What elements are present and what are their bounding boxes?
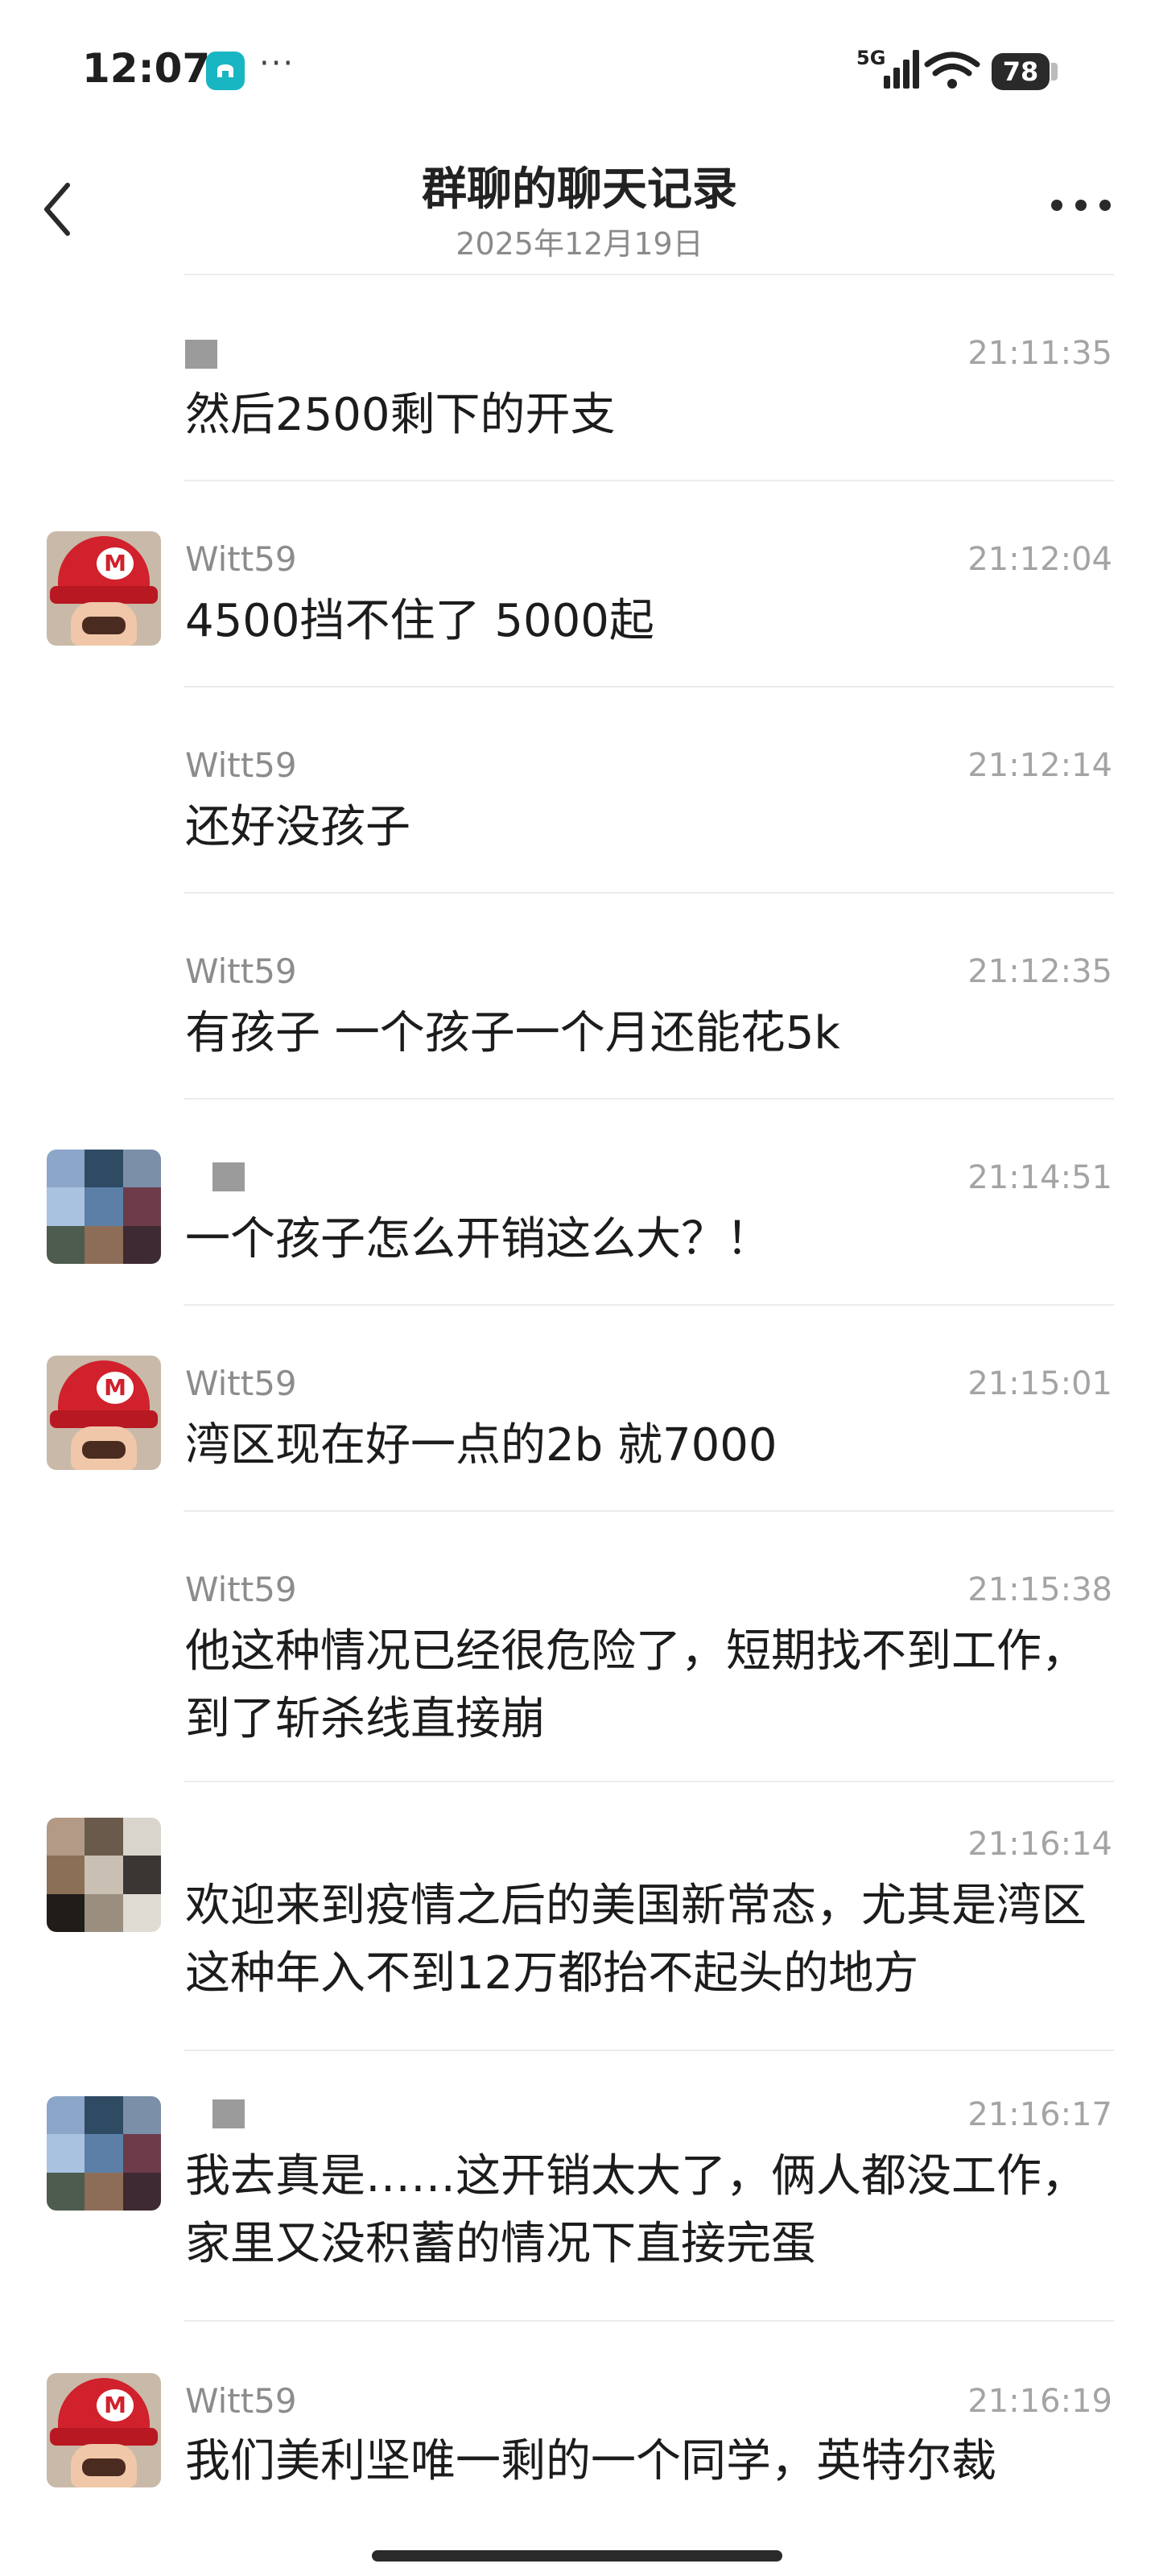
status-bar: 12:07 ··· 5G 78 <box>0 0 1159 145</box>
message-text: 然后2500剩下的开支 <box>185 389 616 441</box>
message-text: 我们美利坚唯一剩的一个同学，英特尔裁 <box>185 2435 996 2487</box>
battery-icon: 78 <box>992 53 1050 90</box>
status-time: 12:07 <box>82 45 211 92</box>
redacted-sender <box>212 2099 245 2128</box>
chat-message[interactable]: Witt59 21:12:14 还好没孩子 <box>0 686 1159 892</box>
redacted-sender <box>212 1162 245 1191</box>
more-options-button[interactable] <box>1051 200 1112 216</box>
chat-message[interactable]: M Witt59 21:16:19 我们美利坚唯一剩的一个同学，英特尔裁 <box>0 2320 1159 2536</box>
chat-message[interactable]: Witt59 21:12:35 有孩子 一个孩子一个月还能花5k <box>0 892 1159 1098</box>
chat-message[interactable]: M Witt59 21:15:01 湾区现在好一点的2b 就7000 <box>0 1304 1159 1510</box>
avatar[interactable]: M <box>47 531 161 646</box>
avatar-cap: M <box>58 536 150 592</box>
more-dot-icon <box>1099 200 1111 211</box>
chat-message[interactable]: Witt59 21:15:38 他这种情况已经很危险了，短期找不到工作，到了斩杀… <box>0 1510 1159 1781</box>
avatar[interactable]: M <box>47 2373 161 2487</box>
message-time: 21:16:17 <box>967 2096 1112 2133</box>
avatar[interactable] <box>47 1818 161 1932</box>
avatar[interactable]: M <box>47 1356 161 1470</box>
message-time: 21:14:51 <box>967 1159 1112 1196</box>
message-text: 他这种情况已经很危险了，短期找不到工作，到了斩杀线直接崩 <box>185 1625 1087 1745</box>
message-sender: Witt59 <box>185 1570 297 1609</box>
message-text: 我去真是……这开销太大了，俩人都没工作，家里又没积蓄的情况下直接完蛋 <box>185 2150 1087 2270</box>
chat-message[interactable]: 21:16:17 我去真是……这开销太大了，俩人都没工作，家里又没积蓄的情况下直… <box>0 2050 1159 2320</box>
message-sender: Witt59 <box>185 2381 297 2421</box>
message-text: 还好没孩子 <box>185 801 410 853</box>
message-time: 21:12:35 <box>967 953 1112 990</box>
message-time: 21:11:35 <box>967 335 1112 372</box>
message-sender: Witt59 <box>185 539 297 579</box>
chat-messages[interactable]: 21:11:35 然后2500剩下的开支 M Witt59 21:12:04 4… <box>0 274 1159 2536</box>
message-time: 21:12:04 <box>967 541 1112 578</box>
avatar[interactable] <box>47 2096 161 2211</box>
message-time: 21:12:14 <box>967 747 1112 784</box>
home-indicator[interactable] <box>372 2550 782 2562</box>
page-date: 2025年12月19日 <box>456 226 703 262</box>
wifi-icon <box>924 52 980 89</box>
chat-header: 群聊的聊天记录 2025年12月19日 <box>0 145 1159 274</box>
more-dot-icon <box>1051 200 1062 211</box>
message-text: 有孩子 一个孩子一个月还能花5k <box>185 1007 840 1059</box>
chat-message[interactable]: 21:16:14 欢迎来到疫情之后的美国新常态，尤其是湾区这种年入不到12万都抬… <box>0 1781 1159 2050</box>
app-badge-icon <box>206 52 245 90</box>
avatar[interactable] <box>47 1150 161 1264</box>
message-time: 21:15:38 <box>967 1571 1112 1608</box>
message-sender: Witt59 <box>185 1364 297 1403</box>
page-title: 群聊的聊天记录 <box>422 163 737 216</box>
message-text: 湾区现在好一点的2b 就7000 <box>185 1419 777 1472</box>
more-dot-icon <box>1075 200 1087 211</box>
battery-tip <box>1051 63 1058 80</box>
message-sender: Witt59 <box>185 745 297 785</box>
message-time: 21:16:14 <box>967 1826 1112 1863</box>
network-type: 5G <box>856 47 886 69</box>
message-text: 4500挡不住了 5000起 <box>185 595 654 647</box>
status-more-indicator: ··· <box>259 45 295 82</box>
message-text: 一个孩子怎么开销这么大？！ <box>185 1213 771 1265</box>
chat-message[interactable]: M Witt59 21:12:04 4500挡不住了 5000起 <box>0 480 1159 686</box>
signal-icon <box>884 50 919 89</box>
message-sender: Witt59 <box>185 952 297 991</box>
chat-message[interactable]: 21:14:51 一个孩子怎么开销这么大？！ <box>0 1098 1159 1304</box>
message-time: 21:16:19 <box>967 2383 1112 2420</box>
redacted-sender <box>185 340 217 369</box>
message-time: 21:15:01 <box>967 1365 1112 1402</box>
chat-message[interactable]: 21:11:35 然后2500剩下的开支 <box>0 274 1159 480</box>
message-text: 欢迎来到疫情之后的美国新常态，尤其是湾区这种年入不到12万都抬不起头的地方 <box>185 1880 1087 2000</box>
